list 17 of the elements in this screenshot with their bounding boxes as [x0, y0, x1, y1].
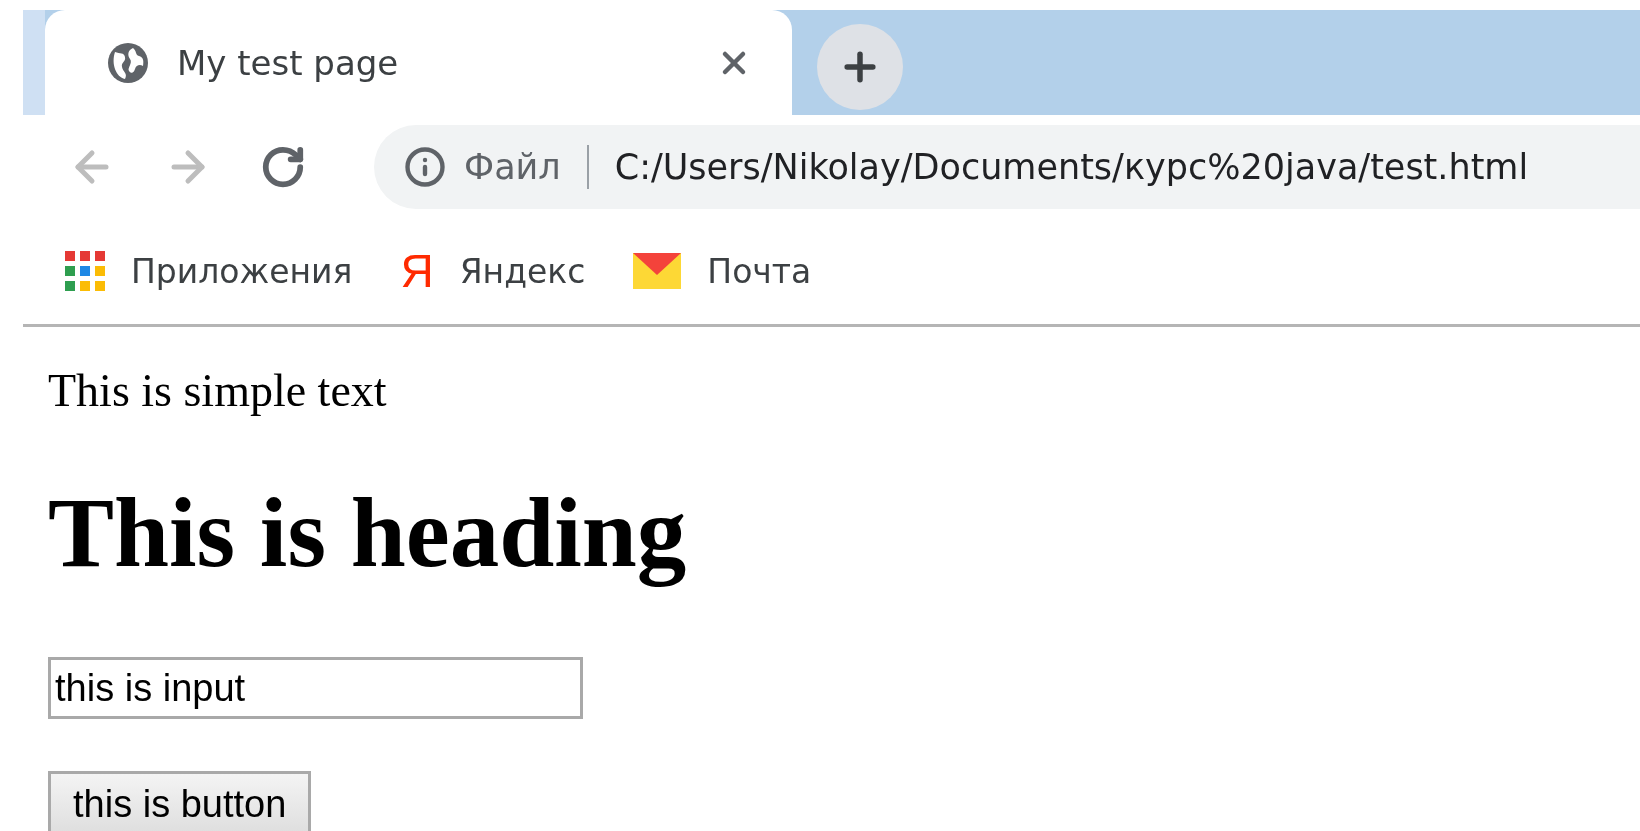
body-text: This is simple text [48, 364, 388, 418]
input-field[interactable]: this is input [48, 657, 583, 719]
browser-tab[interactable]: My test page [45, 10, 792, 115]
url-text: C:/Users/Nikolay/Documents/курс%20java/test.html [614, 146, 1529, 187]
scheme-label: Файл [464, 146, 561, 187]
apps-grid-icon [65, 251, 105, 291]
globe-icon [107, 41, 149, 84]
page-button[interactable]: this is button [48, 771, 312, 831]
page-heading: This is heading [48, 477, 688, 589]
info-icon[interactable] [404, 145, 446, 188]
bookmark-item[interactable]: Приложения [65, 251, 353, 291]
yandex-logo: Я [400, 244, 434, 298]
tab-title: My test page [177, 42, 400, 83]
envelope-icon [633, 253, 682, 289]
bookmark-item[interactable]: Я Яндекс [400, 244, 586, 298]
address-bar[interactable]: Файл C:/Users/Nikolay/Documents/курс%20java/test.html [374, 124, 1640, 209]
bookmark-item[interactable]: Почта [633, 251, 812, 291]
